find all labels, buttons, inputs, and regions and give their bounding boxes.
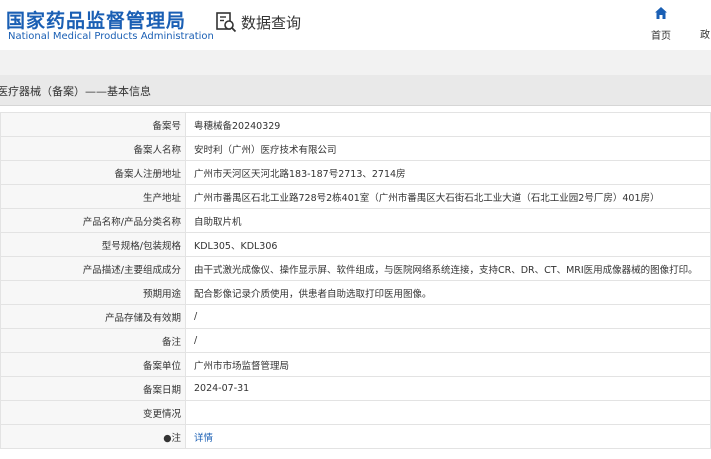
row-value: 粤穗械备20240329 bbox=[185, 112, 711, 137]
row-value bbox=[185, 400, 711, 425]
table-row: 变更情况 bbox=[0, 400, 711, 425]
row-value: 配合影像记录介质使用，供患者自助选取打印医用图像。 bbox=[185, 280, 711, 305]
row-label: 备案日期 bbox=[0, 376, 186, 401]
row-label: 备案人名称 bbox=[0, 136, 186, 161]
row-label: 型号规格/包装规格 bbox=[0, 232, 186, 257]
row-label: 生产地址 bbox=[0, 184, 186, 209]
table-row: 生产地址 广州市番禺区石北工业路728号2栋401室（广州市番禺区大石街石北工业… bbox=[0, 184, 711, 209]
row-label: 产品名称/产品分类名称 bbox=[0, 208, 186, 233]
table-row: 产品名称/产品分类名称 自助取片机 bbox=[0, 208, 711, 233]
data-query-heading: 数据查询 bbox=[215, 11, 301, 33]
table-row: 备案号 粤穗械备20240329 bbox=[0, 112, 711, 137]
table-row: 产品存储及有效期 / bbox=[0, 304, 711, 329]
site-logo-title[interactable]: 国家药品监督管理局 bbox=[6, 6, 186, 33]
row-label: 产品描述/主要组成成分 bbox=[0, 256, 186, 281]
row-value: 2024-07-31 bbox=[185, 376, 711, 401]
site-header: 国家药品监督管理局 National Medical Products Admi… bbox=[0, 0, 711, 50]
data-query-title: 数据查询 bbox=[241, 13, 302, 32]
row-label: 变更情况 bbox=[0, 400, 186, 425]
nav-home-label: 首页 bbox=[651, 31, 671, 42]
table-row: ●注 详情 bbox=[0, 424, 711, 449]
row-label: 产品存储及有效期 bbox=[0, 304, 186, 329]
table-row: 备案日期 2024-07-31 bbox=[0, 376, 711, 401]
detail-link[interactable]: 详情 bbox=[194, 433, 213, 444]
record-detail-table: 备案号 粤穗械备20240329 备案人名称 安时利（广州）医疗技术有限公司 备… bbox=[0, 112, 711, 449]
table-row: 备案单位 广州市市场监督管理局 bbox=[0, 352, 711, 377]
row-label: 备案号 bbox=[0, 112, 186, 137]
nav-gov-label[interactable]: 政 bbox=[700, 26, 710, 41]
header-divider bbox=[0, 50, 711, 75]
breadcrumb: 医疗器械（备案）——基本信息 bbox=[0, 85, 151, 98]
row-value: 详情 bbox=[185, 424, 711, 449]
row-value: KDL305、KDL306 bbox=[185, 232, 711, 257]
row-value: 广州市番禺区石北工业路728号2栋401室（广州市番禺区大石街石北工业大道（石北… bbox=[185, 184, 711, 209]
table-row: 备注 / bbox=[0, 328, 711, 353]
data-search-icon bbox=[216, 12, 237, 33]
table-row: 型号规格/包装规格 KDL305、KDL306 bbox=[0, 232, 711, 257]
row-label: 预期用途 bbox=[0, 280, 186, 305]
table-row: 产品描述/主要组成成分 由干式激光成像仪、操作显示屏、软件组成，与医院网络系统连… bbox=[0, 256, 711, 281]
row-label: 备案人注册地址 bbox=[0, 160, 186, 185]
row-value: 自助取片机 bbox=[185, 208, 711, 233]
row-value: 由干式激光成像仪、操作显示屏、软件组成，与医院网络系统连接，支持CR、DR、CT… bbox=[185, 256, 711, 281]
row-value: 广州市天河区天河北路183-187号2713、2714房 bbox=[185, 160, 711, 185]
row-value: 安时利（广州）医疗技术有限公司 bbox=[185, 136, 711, 161]
note-label-text: 注 bbox=[171, 432, 181, 444]
nav-home[interactable]: 首页 bbox=[647, 6, 675, 43]
row-label: 备注 bbox=[0, 328, 186, 353]
breadcrumb-bar: 医疗器械（备案）——基本信息 bbox=[0, 75, 711, 106]
home-icon bbox=[655, 7, 667, 19]
table-row: 备案人名称 安时利（广州）医疗技术有限公司 bbox=[0, 136, 711, 161]
row-value: / bbox=[185, 328, 711, 353]
row-value: / bbox=[185, 304, 711, 329]
table-row: 预期用途 配合影像记录介质使用，供患者自助选取打印医用图像。 bbox=[0, 280, 711, 305]
site-logo-subtitle[interactable]: National Medical Products Administration bbox=[8, 31, 214, 42]
row-label-note: ●注 bbox=[0, 424, 186, 449]
table-row: 备案人注册地址 广州市天河区天河北路183-187号2713、2714房 bbox=[0, 160, 711, 185]
row-label: 备案单位 bbox=[0, 352, 186, 377]
row-value: 广州市市场监督管理局 bbox=[185, 352, 711, 377]
